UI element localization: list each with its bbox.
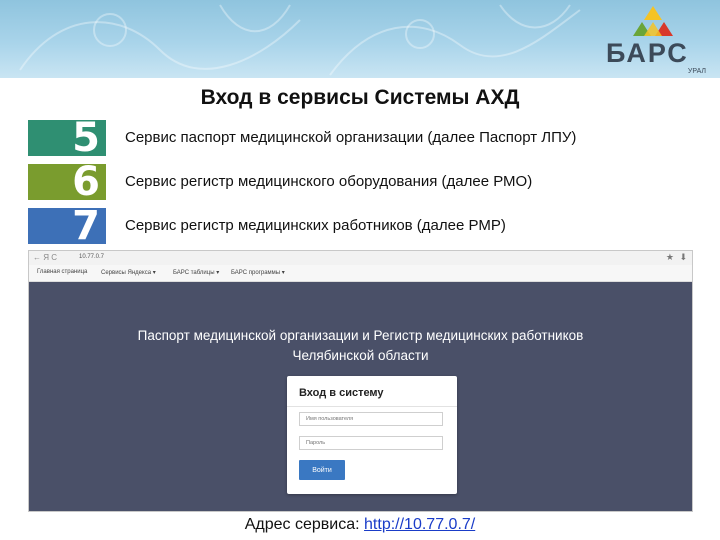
browser-screenshot: ← Я C 10.77.0.7 ★ ⬇ Главная страница Сер…	[28, 250, 693, 512]
password-input[interactable]	[299, 436, 443, 450]
login-button[interactable]: Войти	[299, 460, 345, 480]
download-icon[interactable]: ⬇	[679, 252, 687, 263]
header-banner: БАРС УРАЛ	[0, 0, 720, 78]
login-card: Вход в систему Войти	[287, 376, 457, 494]
bookmark-item[interactable]: Главная страница	[37, 269, 87, 275]
login-title: Вход в систему	[299, 387, 384, 399]
logo-triangles-icon	[633, 6, 673, 36]
service-number-5: 5	[28, 116, 106, 160]
bookmarks-bar: Главная страница Сервисы Яндекса ▾ БАРС …	[29, 265, 692, 282]
service-text-7: Сервис регистр медицинских работников (д…	[125, 217, 506, 234]
address-link[interactable]: http://10.77.0.7/	[364, 516, 475, 533]
service-number-6: 6	[28, 160, 106, 204]
slide-title: Вход в сервисы Системы АХД	[200, 86, 520, 109]
browser-nav[interactable]: ← Я C	[33, 253, 57, 262]
page-heading: Паспорт медицинской организации и Регист…	[137, 328, 584, 363]
logo-sub: УРАЛ	[687, 68, 706, 75]
bars-logo: БАРС УРАЛ	[598, 6, 708, 75]
service-address: Адрес сервиса: http://10.77.0.7/	[0, 516, 720, 534]
service-text-5: Сервис паспорт медицинской организации (…	[125, 129, 577, 146]
address-bar[interactable]: ← Я C 10.77.0.7 ★ ⬇	[29, 251, 692, 266]
logo-word: БАРС	[606, 38, 689, 68]
url-text[interactable]: 10.77.0.7	[79, 254, 104, 260]
divider	[287, 406, 457, 407]
bookmark-item[interactable]: БАРС программы ▾	[231, 269, 285, 276]
username-input[interactable]	[299, 412, 443, 426]
bookmark-item[interactable]: БАРС таблицы ▾	[173, 269, 219, 276]
service-text-6: Сервис регистр медицинского оборудования…	[125, 173, 533, 190]
address-label: Адрес сервиса:	[244, 516, 360, 533]
star-icon[interactable]: ★	[666, 252, 674, 263]
bookmark-item[interactable]: Сервисы Яндекса ▾	[101, 269, 156, 276]
service-number-7: 7	[28, 204, 106, 248]
